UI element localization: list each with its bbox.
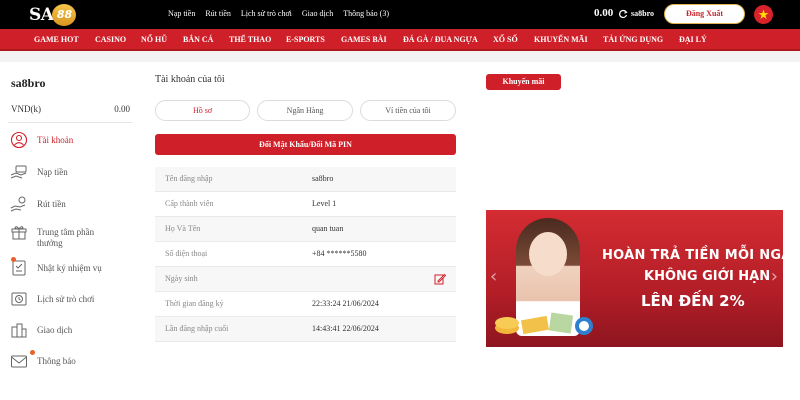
change-password-button[interactable]: Đổi Mật Khẩu/Đổi Mã PIN (155, 134, 456, 155)
logo-text: SA (29, 4, 54, 25)
sidebar-item-label: Thông báo (37, 356, 76, 366)
sidebar-balance: 0.00 (114, 104, 130, 114)
sidebar-item-rewards[interactable]: Trung tâm phần thưởng (10, 223, 135, 249)
row-label: Số điện thoại (165, 249, 208, 258)
row-label: Cấp thành viên (165, 199, 214, 208)
sidebar-item-label: Trung tâm phần thưởng (37, 227, 95, 248)
menu-khuyen-mai[interactable]: KHUYẾN MÃI (534, 35, 588, 44)
row-value: quan tuan (312, 224, 344, 233)
table-row: Ngày sinh (155, 267, 456, 292)
top-nav-transactions[interactable]: Giao dịch (302, 9, 333, 18)
sidebar-item-label: Rút tiền (37, 199, 66, 209)
table-row: Tên đăng nhập sa8bro (155, 167, 456, 192)
table-row: Thời gian đăng ký 22:33:24 21/06/2024 (155, 292, 456, 317)
sidebar-item-label: Tài khoản (37, 135, 74, 145)
sidebar-username: sa8bro (11, 76, 46, 90)
menu-esports[interactable]: E-SPORTS (286, 35, 325, 44)
withdraw-icon (10, 196, 26, 212)
top-bar: SA 88 Nạp tiền Rút tiền Lịch sử trò chơi … (0, 0, 800, 29)
sidebar-item-game-history[interactable]: Lịch sử trò chơi (10, 290, 135, 316)
sidebar-item-account[interactable]: Tài khoản (10, 131, 135, 157)
menu-the-thao[interactable]: THỂ THAO (229, 35, 271, 44)
sidebar-item-label: Nhật ký nhiệm vụ (37, 263, 102, 273)
user-shield-icon (10, 131, 28, 149)
menu-game-hot[interactable]: GAME HOT (34, 35, 79, 44)
banner-prev-icon[interactable]: ‹ (490, 266, 497, 287)
menu-no-hu[interactable]: NỔ HŨ (141, 35, 167, 44)
banner-line-3: LÊN ĐẾN 2% (641, 292, 745, 310)
transaction-icon (11, 323, 27, 338)
row-label: Ngày sinh (165, 274, 198, 283)
game-history-icon (11, 292, 27, 306)
table-row: Lần đăng nhập cuối 14:43:41 22/06/2024 (155, 317, 456, 342)
sidebar-item-deposit[interactable]: Nạp tiền (10, 163, 135, 189)
top-nav: Nạp tiền Rút tiền Lịch sử trò chơi Giao … (168, 9, 399, 18)
table-row: Họ Và Tên quan tuan (155, 217, 456, 242)
row-value: Level 1 (312, 199, 337, 208)
banner-line-2: KHÔNG GIỚI HẠN (644, 269, 771, 284)
banner-line-1: HOÀN TRẢ TIỀN MỖI NGÀY (602, 248, 783, 263)
row-label: Tên đăng nhập (165, 174, 213, 183)
top-nav-notifications[interactable]: Thông báo (3) (343, 9, 389, 18)
balance-amount: 0.00 (594, 7, 614, 19)
row-label: Lần đăng nhập cuối (165, 324, 229, 333)
page-title: Tài khoản của tôi (155, 74, 225, 85)
menu-tai-ung-dung[interactable]: TẢI ỨNG DỤNG (603, 35, 663, 44)
sidebar-item-notifications[interactable]: Thông báo (10, 350, 135, 378)
account-sidebar: sa8bro VND(k) 0.00 Tài khoản Nạp tiền Rú… (0, 62, 139, 400)
menu-da-ga[interactable]: ĐÁ GÀ / ĐUA NGỰA (403, 35, 478, 44)
row-value: sa8bro (312, 174, 334, 183)
row-label: Họ Và Tên (165, 224, 201, 233)
refresh-icon[interactable] (618, 9, 628, 19)
logo-badge: 88 (52, 3, 77, 26)
notification-dot (30, 350, 35, 355)
banner-next-icon[interactable]: › (771, 266, 778, 287)
tab-profile[interactable]: Hồ sơ (155, 100, 250, 121)
top-nav-deposit[interactable]: Nạp tiền (168, 9, 195, 18)
logout-button[interactable]: Đăng Xuất (664, 4, 745, 24)
row-value: +84 ******5580 (312, 249, 367, 258)
sidebar-currency: VND(k) (11, 104, 41, 114)
top-nav-withdraw[interactable]: Rút tiền (205, 9, 231, 18)
menu-casino[interactable]: CASINO (95, 35, 126, 44)
sidebar-item-label: Lịch sử trò chơi (37, 294, 95, 304)
row-value: 14:43:41 22/06/2024 (312, 324, 379, 333)
deposit-hand-icon (10, 165, 27, 179)
mail-icon (11, 355, 27, 368)
main-menu: GAME HOT CASINO NỔ HŨ BẮN CÁ THỂ THAO E-… (0, 29, 800, 51)
table-row: Số điện thoại +84 ******5580 (155, 242, 456, 267)
edit-icon[interactable] (434, 273, 446, 285)
promotions-button[interactable]: Khuyến mãi (486, 74, 561, 90)
sidebar-item-label: Giao dịch (37, 325, 73, 335)
vietnam-flag-icon[interactable] (754, 5, 773, 24)
header-username: sa8bro (631, 9, 654, 18)
tab-wallet[interactable]: Ví tiền của tôi (360, 100, 456, 121)
menu-dai-ly[interactable]: ĐẠI LÝ (679, 35, 707, 44)
row-value: 22:33:24 21/06/2024 (312, 299, 379, 308)
task-notification-dot (11, 257, 16, 262)
menu-xo-so[interactable]: XỔ SỐ (493, 35, 518, 44)
sidebar-item-label: Nạp tiền (37, 167, 68, 177)
menu-games-bai[interactable]: GAMES BÀI (341, 35, 387, 44)
sidebar-item-withdraw[interactable]: Rút tiền (10, 195, 135, 221)
banner-model-face (529, 232, 567, 276)
account-content: Tài khoản của tôi Hồ sơ Ngân Hàng Ví tiề… (139, 62, 800, 400)
top-nav-game-history[interactable]: Lịch sử trò chơi (241, 9, 292, 18)
sidebar-item-task-log[interactable]: Nhật ký nhiệm vụ (10, 257, 135, 285)
menu-ban-ca[interactable]: BẮN CÁ (183, 35, 213, 44)
promo-banner[interactable]: ‹ HOÀN TRẢ TIỀN MỖI NGÀY KHÔNG GIỚI HẠN … (486, 210, 783, 347)
coins-icon (495, 312, 593, 335)
sidebar-divider (8, 122, 132, 123)
tab-bank[interactable]: Ngân Hàng (257, 100, 353, 121)
sidebar-item-transactions[interactable]: Giao dịch (10, 321, 135, 347)
row-label: Thời gian đăng ký (165, 299, 224, 308)
gift-icon (11, 226, 27, 240)
table-row: Cấp thành viên Level 1 (155, 192, 456, 217)
site-logo[interactable]: SA 88 (29, 3, 77, 26)
